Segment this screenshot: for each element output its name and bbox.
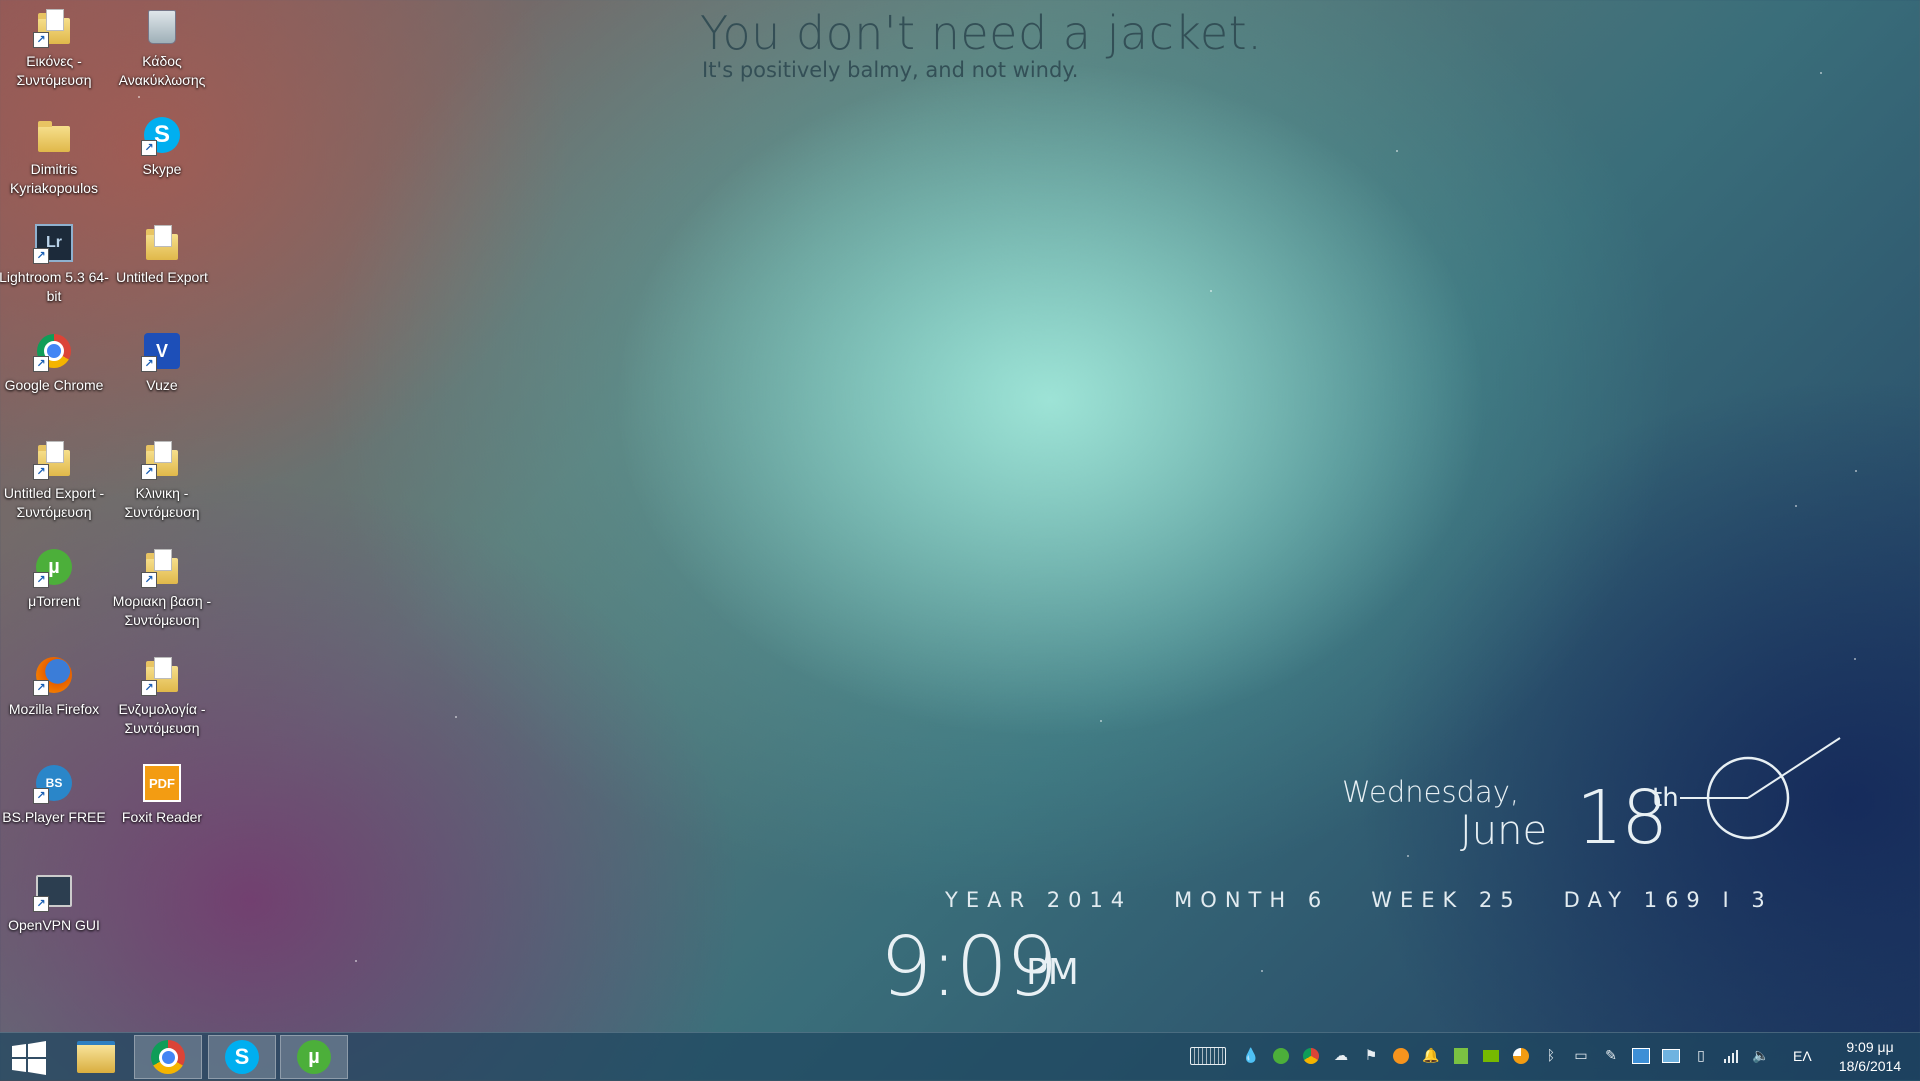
vuze-icon: V ↗ (141, 330, 183, 372)
recycle-bin-icon (141, 6, 183, 48)
month-label: June (1460, 808, 1548, 854)
desktop-icon-label: Mozilla Firefox (8, 701, 100, 717)
signal-icon[interactable] (1722, 1047, 1740, 1065)
skype-icon: S (225, 1040, 259, 1074)
display-icon[interactable] (1632, 1047, 1650, 1065)
lightroom-icon: Lr ↗ (33, 222, 75, 264)
desktop-icon-pictures-shortcut[interactable]: ↗ Εικόνες - Συντόμευση (0, 0, 108, 100)
stat-year: YEAR 2014 (945, 888, 1133, 912)
weather-subtitle: It's positively balmy, and not windy. (702, 58, 1079, 82)
date-stats: YEAR 2014 MONTH 6 WEEK 25 DAY 169 I 3 (945, 888, 1773, 912)
chrome-tray-icon[interactable] (1302, 1047, 1320, 1065)
system-time: 9:09 μμ (1846, 1039, 1894, 1055)
desktop-icon-label: Ενζυμολογία - Συντόμευση (118, 701, 206, 736)
avast-icon[interactable] (1392, 1047, 1410, 1065)
desktop-icon-label: Skype (142, 161, 182, 177)
weekday-label: Wednesday, (1342, 775, 1520, 809)
folder-icon: ↗ (33, 438, 75, 480)
stat-month: MONTH 6 (1174, 888, 1330, 912)
stat-week: WEEK 25 (1371, 888, 1522, 912)
desktop-icon-utorrent[interactable]: µ ↗ μTorrent (0, 540, 108, 640)
network-card-icon[interactable] (1662, 1047, 1680, 1065)
utorrent-tray-icon[interactable] (1272, 1047, 1290, 1065)
foxit-reader-icon: PDF (141, 762, 183, 804)
battery-icon[interactable]: ▯ (1692, 1047, 1710, 1065)
openvpn-icon: ↗ (33, 870, 75, 912)
desktop-icon-label: Μοριακη βαση - Συντόμευση (112, 593, 212, 628)
desktop-icon-label: μTorrent (28, 593, 80, 609)
bsplayer-icon: BS ↗ (33, 762, 75, 804)
user-folder-icon (33, 114, 75, 156)
desktop-icon-kliniki-shortcut[interactable]: ↗ Κλινικη - Συντόμευση (108, 432, 216, 532)
folder-icon (141, 222, 183, 264)
chart-icon[interactable] (1512, 1047, 1530, 1065)
nvidia-icon[interactable] (1482, 1047, 1500, 1065)
desktop-icon-dimitris[interactable]: Dimitris Kyriakopoulos (0, 108, 108, 208)
desktop-icon-recycle-bin[interactable]: Κάδος Ανακύκλωσης (108, 0, 216, 100)
desktop-icon-label: Lightroom 5.3 64-bit (0, 269, 109, 304)
evernote-icon[interactable] (1452, 1047, 1470, 1065)
system-clock[interactable]: 9:09 μμ 18/6/2014 (1830, 1038, 1910, 1076)
clock-ampm: PM (1026, 952, 1079, 993)
desktop-icon-label: Foxit Reader (121, 809, 203, 825)
utorrent-icon: µ (297, 1040, 331, 1074)
desktop-icon-label: Κλινικη - Συντόμευση (124, 485, 200, 520)
desktop-icon-moriaki-shortcut[interactable]: ↗ Μοριακη βαση - Συντόμευση (108, 540, 216, 640)
desktop-icon-google-chrome[interactable]: ↗ Google Chrome (0, 324, 108, 424)
chrome-icon: ↗ (33, 330, 75, 372)
desktop-icon-label: Google Chrome (4, 377, 104, 393)
folder-icon: ↗ (141, 438, 183, 480)
day-suffix: th (1652, 783, 1679, 813)
analog-clock-icon (1680, 737, 1841, 840)
desktop-icon-label: Κάδος Ανακύκλωσης (118, 53, 206, 88)
desktop-icon-openvpn[interactable]: ↗ OpenVPN GUI (0, 864, 108, 964)
desktop-icon-lightroom[interactable]: Lr ↗ Lightroom 5.3 64-bit (0, 216, 109, 316)
volume-icon[interactable]: 🔈 (1752, 1047, 1770, 1065)
desktop-icon-label: Dimitris Kyriakopoulos (10, 161, 98, 196)
start-button[interactable] (10, 1041, 48, 1075)
bell-icon[interactable]: 🔔 (1422, 1047, 1440, 1065)
cloud-icon[interactable]: ☁ (1332, 1047, 1350, 1065)
language-indicator[interactable]: ΕΛ (1793, 1048, 1812, 1064)
stat-day: DAY 169 I 3 (1563, 888, 1773, 912)
desktop-icon-foxit-reader[interactable]: PDF Foxit Reader (108, 756, 216, 856)
desktop-icon-label: Untitled Export (116, 269, 208, 285)
chrome-icon (151, 1040, 185, 1074)
desktop-icon-enzymologia-shortcut[interactable]: ↗ Ενζυμολογία - Συντόμευση (108, 648, 216, 748)
desktop-icon-label: Vuze (146, 377, 178, 393)
desktop-icon-vuze[interactable]: V ↗ Vuze (108, 324, 216, 424)
desktop-icon-untitled-export-shortcut[interactable]: ↗ Untitled Export - Συντόμευση (0, 432, 108, 532)
desktop-icon-label: OpenVPN GUI (8, 917, 100, 933)
desktop-icon-untitled-export[interactable]: Untitled Export (108, 216, 216, 316)
taskbar-skype[interactable]: S (208, 1035, 276, 1079)
system-date: 18/6/2014 (1838, 1058, 1902, 1074)
folder-icon: ↗ (141, 654, 183, 696)
taskbar-google-chrome[interactable] (134, 1035, 202, 1079)
desktop-icon-label: Εικόνες - Συντόμευση (16, 53, 92, 88)
weather-headline: You don't need a jacket. (700, 6, 1263, 60)
desktop-icon-label: BS.Player FREE (2, 809, 106, 825)
bluetooth-icon[interactable]: ᛒ (1542, 1047, 1560, 1065)
keyboard-icon[interactable] (1190, 1047, 1226, 1065)
drop-icon[interactable]: 💧 (1242, 1047, 1260, 1065)
firefox-icon: ↗ (33, 654, 75, 696)
utorrent-icon: µ ↗ (33, 546, 75, 588)
desktop-icon-mozilla-firefox[interactable]: ↗ Mozilla Firefox (0, 648, 108, 748)
skype-icon: S ↗ (141, 114, 183, 156)
pen-icon[interactable]: ✎ (1602, 1047, 1620, 1065)
monitor-icon[interactable]: ▭ (1572, 1047, 1590, 1065)
taskbar-utorrent[interactable]: µ (280, 1035, 348, 1079)
windows-logo-icon (12, 1041, 46, 1075)
taskbar: S µ 💧 ☁ ⚑ 🔔 ᛒ ▭ ✎ ▯ 🔈 ΕΛ 9:09 μμ 18/6/20… (0, 1032, 1920, 1081)
folder-icon: ↗ (33, 6, 75, 48)
taskbar-file-explorer[interactable] (62, 1035, 130, 1079)
desktop-icon-label: Untitled Export - Συντόμευση (3, 485, 105, 520)
flag-icon[interactable]: ⚑ (1362, 1047, 1380, 1065)
desktop-icon-skype[interactable]: S ↗ Skype (108, 108, 216, 208)
folder-icon (77, 1041, 115, 1073)
desktop-icon-bsplayer[interactable]: BS ↗ BS.Player FREE (0, 756, 108, 856)
folder-icon: ↗ (141, 546, 183, 588)
